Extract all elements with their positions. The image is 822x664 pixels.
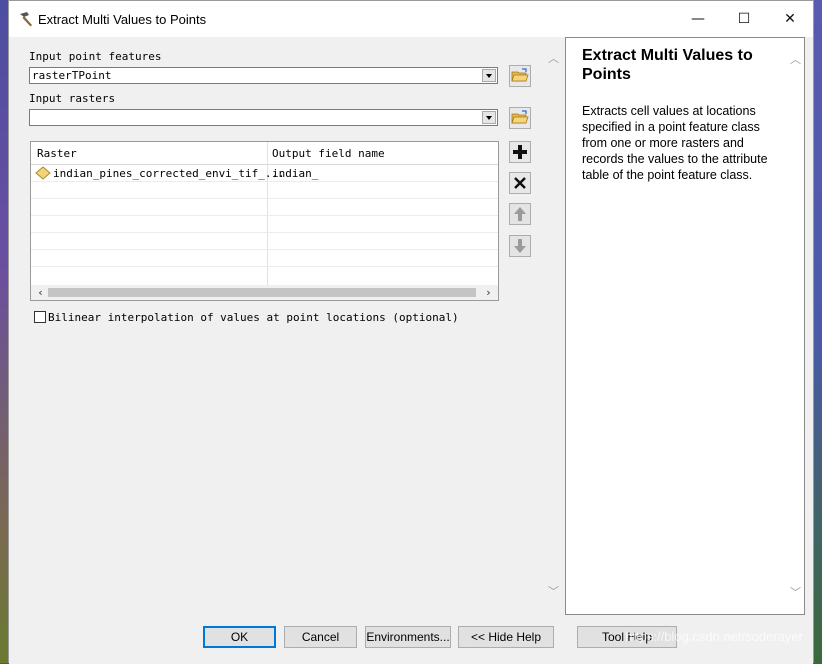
table-header: Raster Output field name bbox=[31, 142, 498, 165]
help-panel: Extract Multi Values to Points Extracts … bbox=[565, 37, 805, 615]
add-raster-button[interactable] bbox=[509, 141, 531, 163]
desktop-background-left bbox=[0, 0, 8, 663]
window-title: Extract Multi Values to Points bbox=[38, 12, 207, 27]
bilinear-checkbox[interactable] bbox=[34, 311, 46, 323]
minimize-button[interactable]: — bbox=[675, 1, 721, 37]
horizontal-scrollbar[interactable]: ‹ › bbox=[31, 285, 498, 300]
folder-open-icon bbox=[511, 68, 529, 82]
output-field-cell[interactable]: indian_ bbox=[272, 167, 318, 180]
help-description: Extracts cell values at locations specif… bbox=[582, 104, 768, 182]
ok-button[interactable]: OK bbox=[203, 626, 276, 648]
chevron-up-icon[interactable]: ︿ bbox=[545, 52, 562, 66]
remove-raster-button[interactable] bbox=[509, 172, 531, 194]
watermark-text: https://blog.csdn.net/soderayer bbox=[625, 629, 803, 644]
chevron-down-icon[interactable]: ﹀ bbox=[787, 586, 804, 600]
row-divider bbox=[31, 215, 498, 216]
input-rasters-combo[interactable] bbox=[29, 109, 498, 126]
chevron-left-icon[interactable]: ‹ bbox=[32, 286, 49, 300]
hide-help-button[interactable]: << Hide Help bbox=[458, 626, 554, 648]
title-bar: Extract Multi Values to Points — ☐ ✕ bbox=[9, 1, 813, 37]
chevron-down-icon[interactable]: ﹀ bbox=[545, 585, 562, 599]
input-point-features-combo[interactable]: rasterTPoint bbox=[29, 67, 498, 84]
environments-button[interactable]: Environments... bbox=[365, 626, 451, 648]
parameters-panel: Input point features rasterTPoint Input … bbox=[9, 37, 562, 615]
plus-icon bbox=[513, 145, 527, 159]
browse-rasters-button[interactable] bbox=[509, 107, 531, 129]
delete-x-icon bbox=[514, 177, 526, 189]
arrow-up-icon bbox=[514, 207, 526, 221]
row-divider bbox=[31, 249, 498, 250]
maximize-button[interactable]: ☐ bbox=[721, 1, 767, 37]
row-divider bbox=[31, 198, 498, 199]
raster-cell[interactable]: indian_pines_corrected_envi_tif_... bbox=[53, 167, 285, 180]
move-up-button[interactable] bbox=[509, 203, 531, 225]
chevron-right-icon[interactable]: › bbox=[480, 286, 497, 300]
raster-layer-icon bbox=[35, 166, 51, 180]
rasters-table[interactable]: Raster Output field name indian_pines_co… bbox=[30, 141, 499, 301]
desktop-background-right bbox=[814, 0, 822, 663]
scrollbar-thumb[interactable] bbox=[48, 288, 476, 297]
input-point-features-label: Input point features bbox=[29, 50, 162, 63]
move-down-button[interactable] bbox=[509, 235, 531, 257]
chevron-down-icon[interactable] bbox=[482, 69, 496, 82]
folder-open-icon bbox=[511, 110, 529, 124]
table-row[interactable]: indian_pines_corrected_envi_tif_... indi… bbox=[31, 165, 498, 181]
row-divider bbox=[31, 232, 498, 233]
cancel-button[interactable]: Cancel bbox=[284, 626, 357, 648]
row-divider bbox=[31, 181, 498, 182]
dialog-window: Extract Multi Values to Points — ☐ ✕ Inp… bbox=[8, 0, 814, 664]
column-header-raster[interactable]: Raster bbox=[37, 147, 77, 160]
chevron-up-icon[interactable]: ︿ bbox=[787, 53, 804, 67]
chevron-down-icon[interactable] bbox=[482, 111, 496, 124]
help-scrollbar[interactable]: ︿ ﹀ bbox=[787, 38, 804, 614]
close-button[interactable]: ✕ bbox=[767, 1, 813, 37]
column-header-output-field[interactable]: Output field name bbox=[272, 147, 385, 160]
arrow-down-icon bbox=[514, 239, 526, 253]
bilinear-label[interactable]: Bilinear interpolation of values at poin… bbox=[48, 311, 459, 324]
parameters-scrollbar[interactable]: ︿ ﹀ bbox=[545, 37, 562, 615]
row-divider bbox=[31, 266, 498, 267]
input-point-features-value: rasterTPoint bbox=[32, 69, 112, 82]
help-title: Extract Multi Values to Points bbox=[582, 47, 753, 83]
input-rasters-label: Input rasters bbox=[29, 92, 116, 105]
browse-point-features-button[interactable] bbox=[509, 65, 531, 87]
hammer-icon bbox=[20, 12, 32, 27]
